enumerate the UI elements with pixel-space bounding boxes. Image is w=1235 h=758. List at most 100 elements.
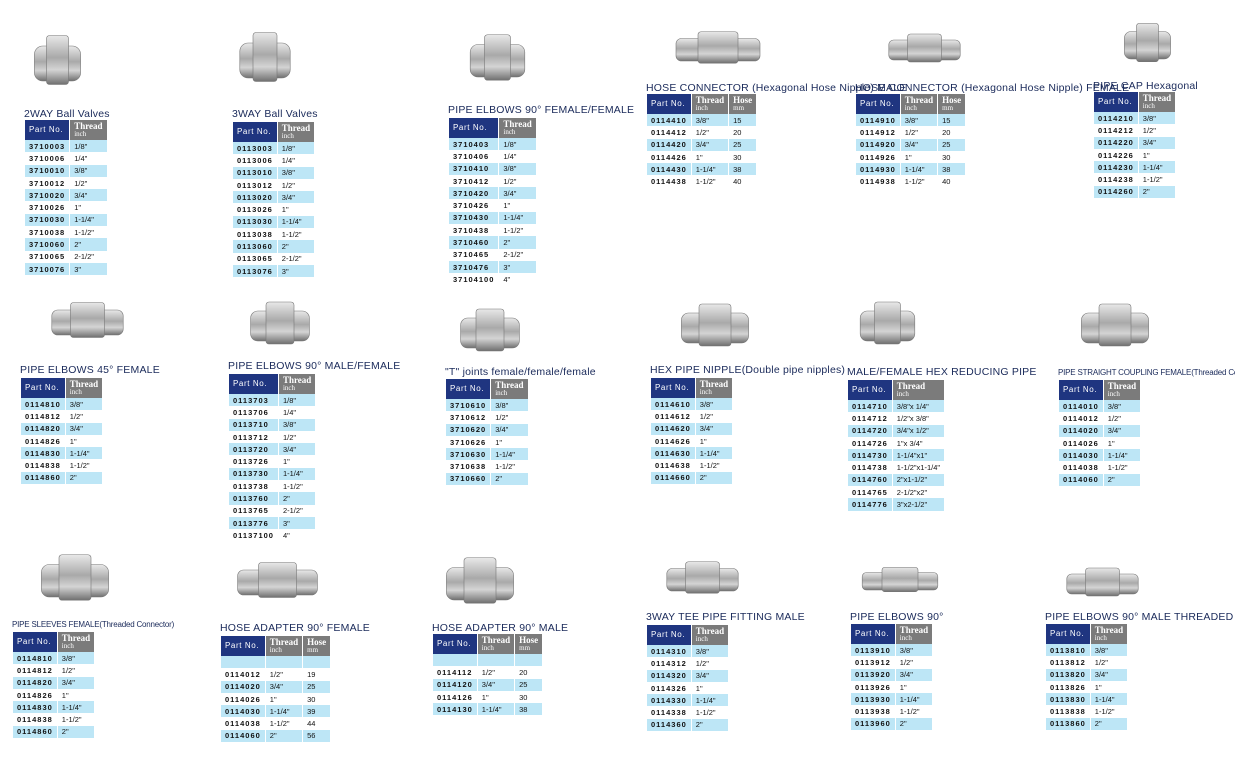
table-row: 3710460 2" [449,236,536,249]
part-number: 0114920 [856,138,900,151]
part-number: 3710065 [29,252,66,262]
part-number: 0113010 [233,166,277,179]
header-thread-unit: inch [281,132,294,140]
thread-size: 1-1/4" [499,211,536,225]
pipe-cap-image [1120,15,1175,70]
tee-press-fitting-image [660,555,745,600]
part-number: 3710660 [446,472,491,486]
table-row: 0113006 1/4" [233,154,314,166]
thread-size: 3/8" [900,114,938,127]
table-row: 3710476 3" [449,260,536,274]
table-header: Part No. Thread inch [229,374,316,394]
hose-size: 44 [307,719,316,729]
thread-size: 1/4" [503,151,517,161]
table-row: 0114430 1-1/4" 38 [647,163,757,176]
thread-size: 1-1/2" [1107,463,1128,473]
table-row: 3710065 2-1/2" [25,251,107,263]
table-row: 3710410 3/8" [449,162,536,175]
part-number: 0114012 [225,669,261,679]
hose-connector-female-image [882,28,967,68]
product-title: HOSE ADAPTER 90° FEMALE [220,622,371,634]
thread-size: 2" [895,717,933,731]
table-header: Part No. Thread inch [848,380,945,400]
table-row: 0114330 1-1/4" [647,694,729,707]
thread-size: 1" [69,436,77,446]
thread-size: 1/4" [281,155,295,165]
table-row: 3710406 1/4" [449,150,536,162]
thread-size: 2" [1138,185,1176,199]
thread-size: 1-1/2" [899,707,920,717]
header-thread-unit: inch [269,646,282,654]
table-row: 0113010 3/8" [233,166,315,179]
header-thread: Thread inch [691,94,729,114]
thread-size: 1-1/2" [281,229,302,239]
part-number: 0114726 [852,438,888,448]
table-row: 3710626 1" [446,436,528,448]
table-row: 0113065 2-1/2" [233,253,314,265]
table-row: 3710620 3/4" [446,423,528,436]
header-part-no: Part No. [21,378,65,398]
table-row: 3710006 1/4" [25,152,107,164]
thread-size: 2-1/2"x2" [896,487,928,497]
thread-size: 3/8" [895,644,933,657]
thread-size: 1-1/2" [1094,707,1115,717]
part-number: 0114410 [647,114,691,127]
part-number: 0113938 [855,707,891,717]
part-number: 37104100 [453,274,495,284]
thread-size: 4" [282,530,290,540]
thread-size: 1-1/4" [1090,693,1128,706]
part-number: 0114230 [1094,161,1138,174]
table-row: 3710012 1/2" [25,177,107,189]
spec-table: Part No. Thread inch 0113703 1/8" 0113706 1/4… [228,374,316,542]
header-thread-unit: inch [904,104,917,112]
thread-size: 1" [695,152,703,162]
thread-size: 3/4" [57,676,95,689]
table-row: 3710610 3/8" [446,399,528,412]
part-number: 3710012 [29,178,66,188]
table-row: 0114610 3/8" [651,398,733,411]
part-number: 0114612 [655,411,691,421]
thread-size: 1/2" [695,658,709,668]
product-title: 3WAY Ball Valves [232,108,318,120]
thread-size: 1-1/2" [695,708,716,718]
header-thread-unit: inch [699,388,712,396]
thread-size: 1-1/2" [495,462,515,472]
thread-size: 3/4" [70,189,107,202]
table-row: 0114426 1" 30 [647,151,756,163]
header-thread-unit: inch [503,128,516,136]
table-row: 0114910 3/8" 15 [856,114,966,127]
product-title: PIPE ELBOWS 90° [850,611,944,623]
part-number: 0114320 [647,669,691,682]
table-row: 0114212 1/2" [1094,124,1175,136]
part-number: 0113810 [1046,644,1090,657]
header-part-no: Part No. [1046,624,1090,644]
thread-size: 3/4" [477,678,515,691]
thread-size: 3/8" [691,114,729,127]
thread-size: 1/2" [695,127,709,137]
thread-size: 1" [281,205,289,215]
table-row: 0113760 2" [229,492,316,505]
table-row: 3710638 1-1/2" [446,460,528,472]
part-number: 0113703 [229,394,278,407]
thread-size: 2" [70,238,107,251]
thread-size: 3/4" [691,669,729,682]
part-number: 0114010 [1059,400,1103,413]
thread-size: 1-1/2" [61,715,82,725]
thread-size: 1/2" [1094,657,1108,667]
part-number: 0113730 [229,467,278,481]
part-number: 3710426 [453,201,490,211]
spec-table: Part No. Thread inch 0114310 3/8" 0114312 1/2… [646,625,729,732]
table-header: Part No. Thread inch [1046,624,1128,644]
thread-size: 3/4" [278,443,316,456]
thread-size: 2" [1103,473,1141,487]
header-thread: Thread inch [57,632,95,652]
part-number: 0114610 [651,398,695,411]
part-number: 0114012 [1063,413,1099,423]
table-row: 3710420 3/4" [449,187,536,200]
thread-size: 1/2" [904,127,918,137]
part-number: 0114638 [655,461,691,471]
thread-size: 3/4" [491,423,528,436]
table-row: 0114012 1/2" 19 [221,668,330,680]
thread-size: 3/8" [277,166,315,179]
table-row: 0113920 3/4" [851,668,933,681]
